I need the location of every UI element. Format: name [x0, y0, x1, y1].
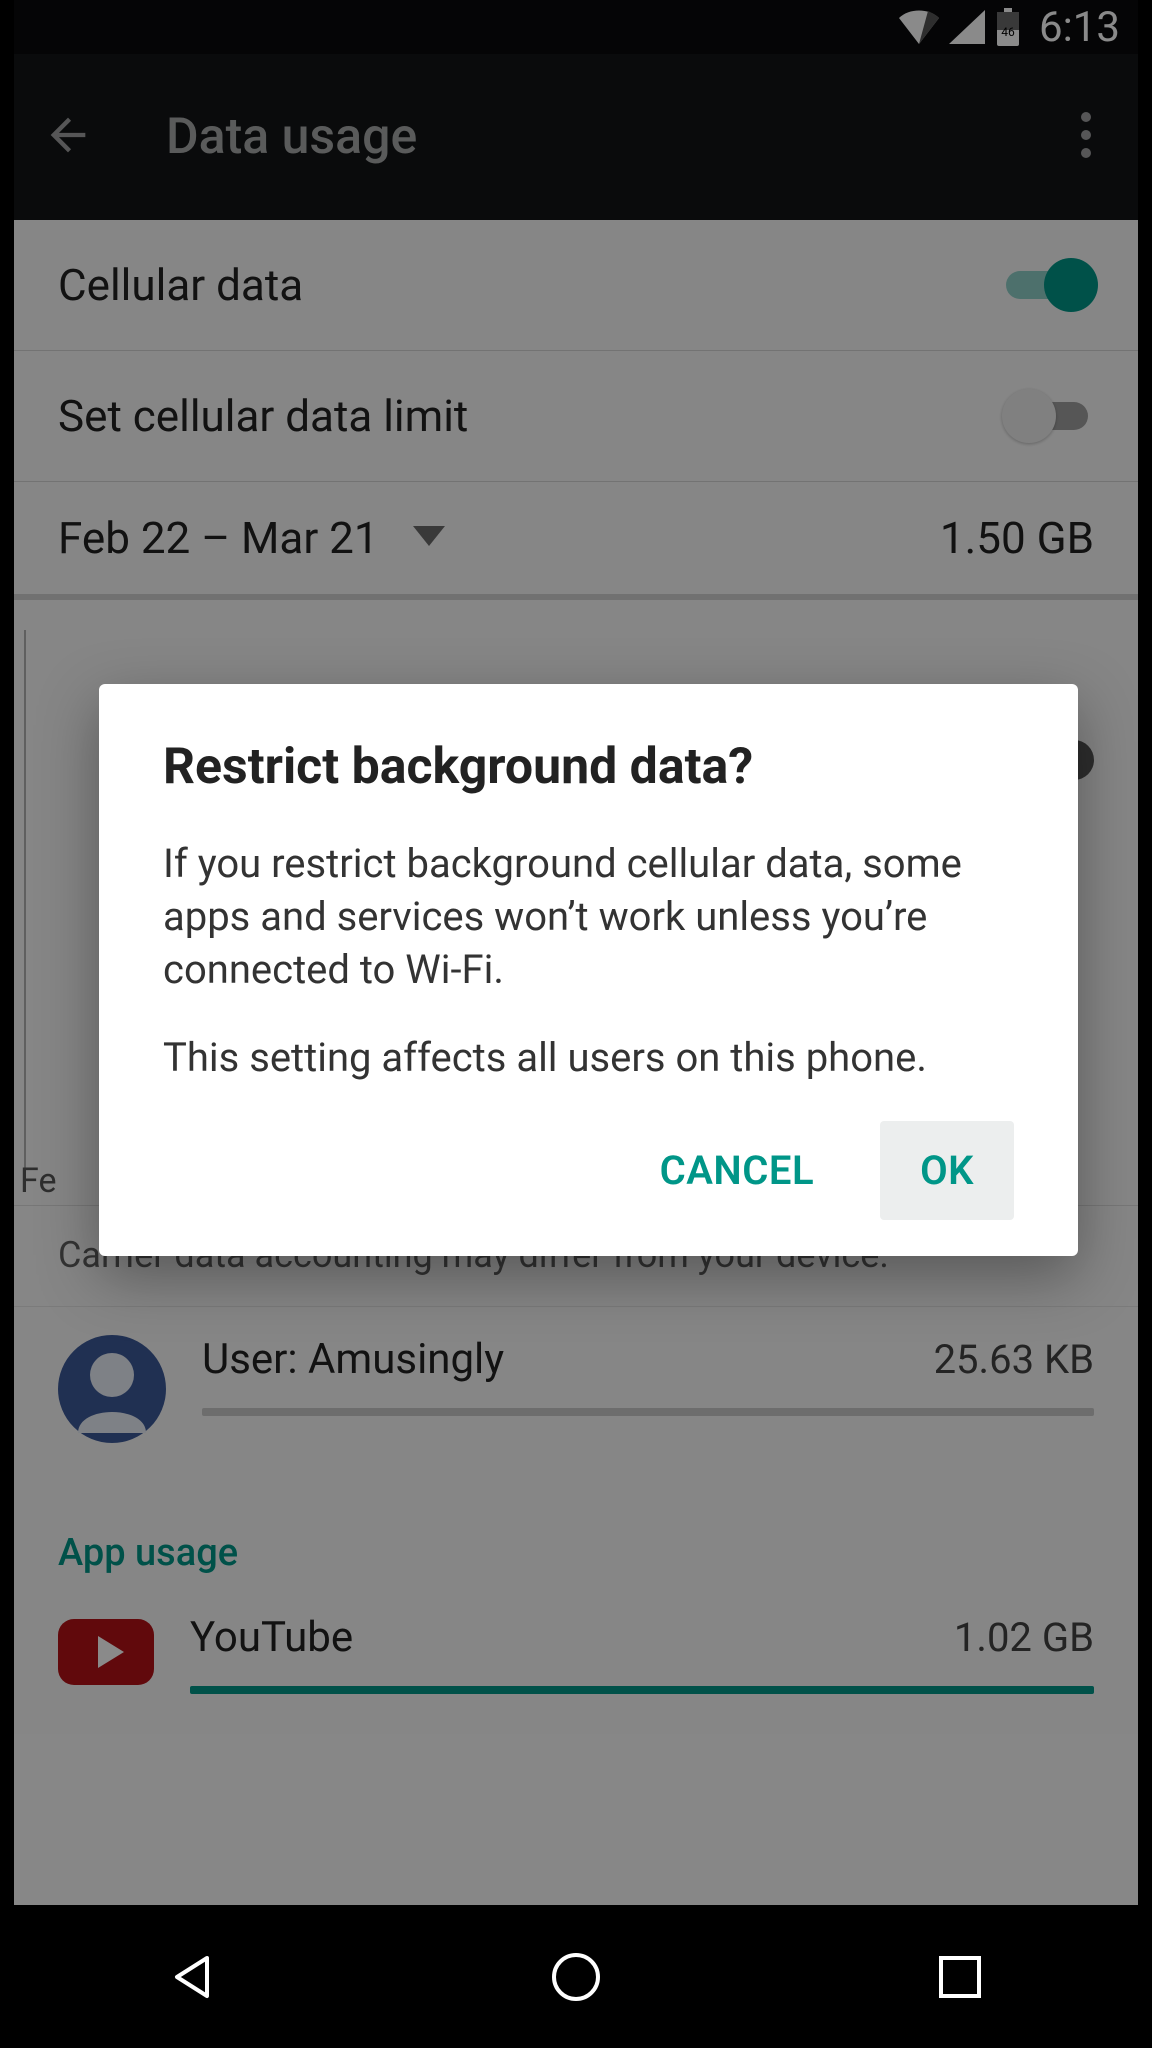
nav-recent-button[interactable] — [860, 1927, 1060, 2027]
screen: 46 6:13 Data usage Cellular data — [14, 0, 1138, 1905]
nav-home-button[interactable] — [476, 1927, 676, 2027]
dialog-body-2: This setting affects all users on this p… — [163, 1032, 1014, 1085]
restrict-dialog: Restrict background data? If you restric… — [99, 684, 1078, 1256]
dialog-body-1: If you restrict background cellular data… — [163, 838, 1014, 996]
ok-button[interactable]: OK — [880, 1121, 1014, 1220]
nav-back-button[interactable] — [92, 1927, 292, 2027]
dialog-title: Restrict background data? — [163, 738, 1014, 796]
cancel-button[interactable]: CANCEL — [620, 1121, 854, 1220]
nav-bar — [0, 1905, 1152, 2048]
